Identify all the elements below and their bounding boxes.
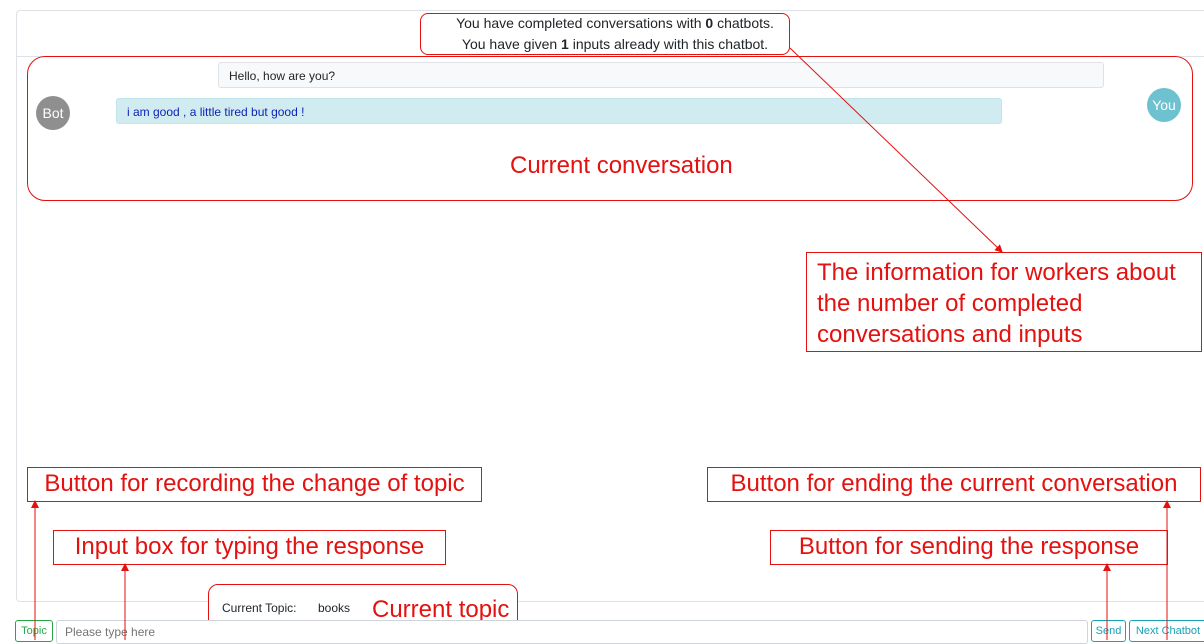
bot-avatar: Bot — [36, 96, 70, 130]
current-conversation-label: Current conversation — [510, 152, 733, 179]
send-button[interactable]: Send — [1091, 620, 1126, 642]
bot-message: i am good , a little tired but good ! — [116, 98, 1002, 124]
user-message: Hello, how are you? — [218, 62, 1104, 88]
user-avatar: You — [1147, 88, 1181, 122]
current-topic-label: Current Topic: — [222, 601, 297, 615]
response-input[interactable] — [56, 620, 1088, 644]
end-button-annotation: Button for ending the current conversati… — [707, 467, 1201, 502]
info-for-workers-annotation: The information for workers about the nu… — [806, 252, 1202, 352]
send-button-annotation: Button for sending the response — [770, 530, 1168, 565]
completed-conversations-text: You have completed conversations with 0 … — [456, 15, 774, 31]
topic-button-annotation: Button for recording the change of topic — [27, 467, 482, 502]
given-inputs-count: 1 — [561, 36, 569, 52]
input-box-annotation: Input box for typing the response — [53, 530, 446, 565]
given-inputs-text: You have given 1 inputs already with thi… — [461, 36, 769, 52]
current-topic-value: books — [318, 601, 351, 615]
next-chatbot-button[interactable]: Next Chatbot — [1129, 620, 1204, 642]
topic-button[interactable]: Topic — [15, 620, 53, 642]
